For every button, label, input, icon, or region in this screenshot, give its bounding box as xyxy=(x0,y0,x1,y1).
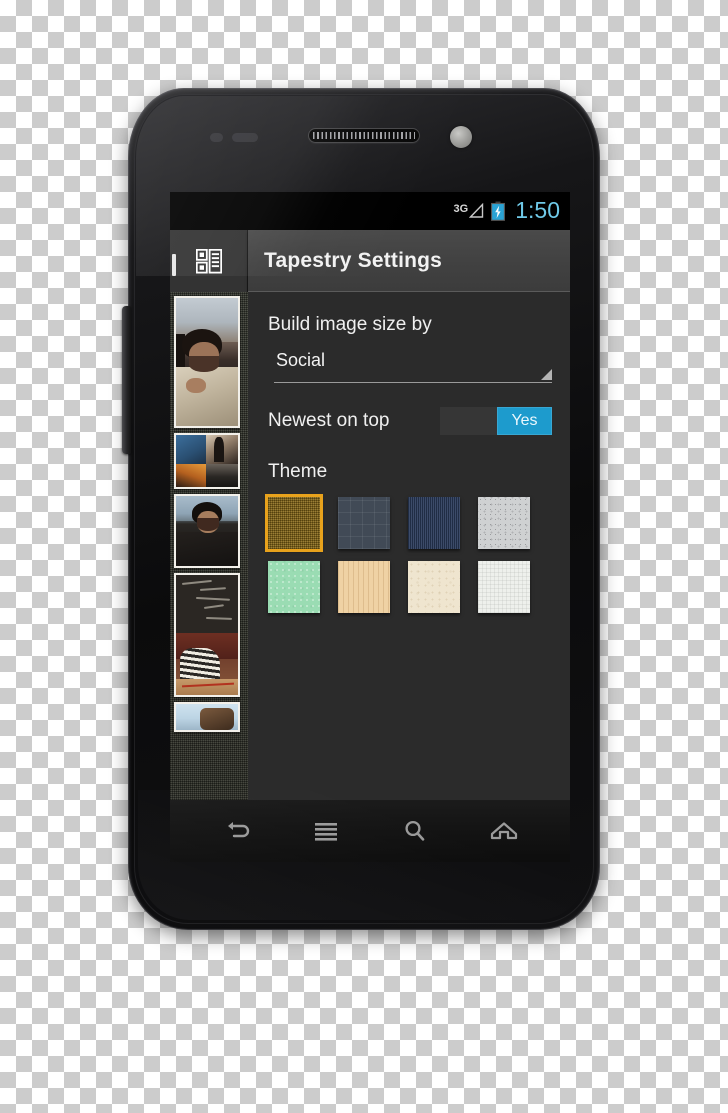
status-clock: 1:50 xyxy=(515,197,560,223)
photo-tapestry-sidebar[interactable] xyxy=(170,230,248,800)
list-item[interactable] xyxy=(174,702,240,732)
list-item[interactable] xyxy=(174,296,240,428)
back-button[interactable] xyxy=(217,814,257,848)
image-size-setting: Build image size by Social xyxy=(268,314,552,383)
tapestry-topbar xyxy=(170,230,248,292)
signal-triangle-icon xyxy=(469,202,484,219)
settings-panel: Tapestry Settings Build image size by So… xyxy=(248,230,570,800)
theme-swatch-white-linen[interactable] xyxy=(478,561,530,613)
drawer-edge-handle[interactable] xyxy=(172,254,176,276)
proximity-sensor xyxy=(210,133,223,142)
list-item[interactable] xyxy=(174,494,240,568)
search-button[interactable] xyxy=(395,814,435,848)
newest-on-top-label: Newest on top xyxy=(268,410,390,431)
battery-charging-icon xyxy=(491,201,506,221)
android-smartphone: 3G 1:50 Tapestry Settings Build image si… xyxy=(122,88,600,930)
theme-swatch-cream-paper[interactable] xyxy=(408,561,460,613)
newest-on-top-toggle[interactable]: Yes xyxy=(440,407,552,435)
theme-swatch-mint-green[interactable] xyxy=(268,561,320,613)
action-bar: Tapestry Settings xyxy=(248,230,570,292)
theme-swatch-navy-denim[interactable] xyxy=(408,497,460,549)
tapestry-grid-icon[interactable] xyxy=(195,248,222,274)
image-size-spinner[interactable]: Social xyxy=(274,350,552,383)
phone-screen: 3G 1:50 Tapestry Settings Build image si… xyxy=(170,192,570,862)
newest-on-top-setting: Newest on top Yes xyxy=(268,407,552,435)
theme-swatch-gray-speckle[interactable] xyxy=(478,497,530,549)
network-type-label: 3G xyxy=(453,203,469,215)
earpiece-speaker xyxy=(308,128,420,143)
front-camera xyxy=(450,126,472,148)
home-button[interactable] xyxy=(484,814,524,848)
spinner-triangle-icon xyxy=(541,369,552,380)
tapestry-photo-column xyxy=(170,292,248,732)
theme-swatch-slate-grid[interactable] xyxy=(338,497,390,549)
image-size-label: Build image size by xyxy=(268,314,432,335)
light-sensor xyxy=(232,133,258,142)
theme-label: Theme xyxy=(268,461,328,482)
theme-swatch-grid xyxy=(268,497,552,613)
menu-button[interactable] xyxy=(306,814,346,848)
page-title: Tapestry Settings xyxy=(264,248,443,272)
toggle-value[interactable]: Yes xyxy=(497,407,552,435)
signal-group: 3G xyxy=(453,202,485,219)
app-content-area: Tapestry Settings Build image size by So… xyxy=(170,230,570,800)
navigation-bar xyxy=(170,800,570,862)
theme-swatch-tan-wood[interactable] xyxy=(338,561,390,613)
status-icons: 3G 1:50 xyxy=(454,199,560,223)
speaker-mesh xyxy=(313,132,415,139)
settings-body: Build image size by Social Newest on top… xyxy=(248,292,570,800)
status-bar: 3G 1:50 xyxy=(170,192,570,230)
list-item[interactable] xyxy=(174,573,240,697)
theme-swatch-gold-burlap[interactable] xyxy=(268,497,320,549)
volume-rocker[interactable] xyxy=(122,306,131,454)
image-size-value: Social xyxy=(276,350,326,370)
list-item[interactable] xyxy=(174,433,240,489)
toggle-track-off[interactable] xyxy=(440,407,497,435)
